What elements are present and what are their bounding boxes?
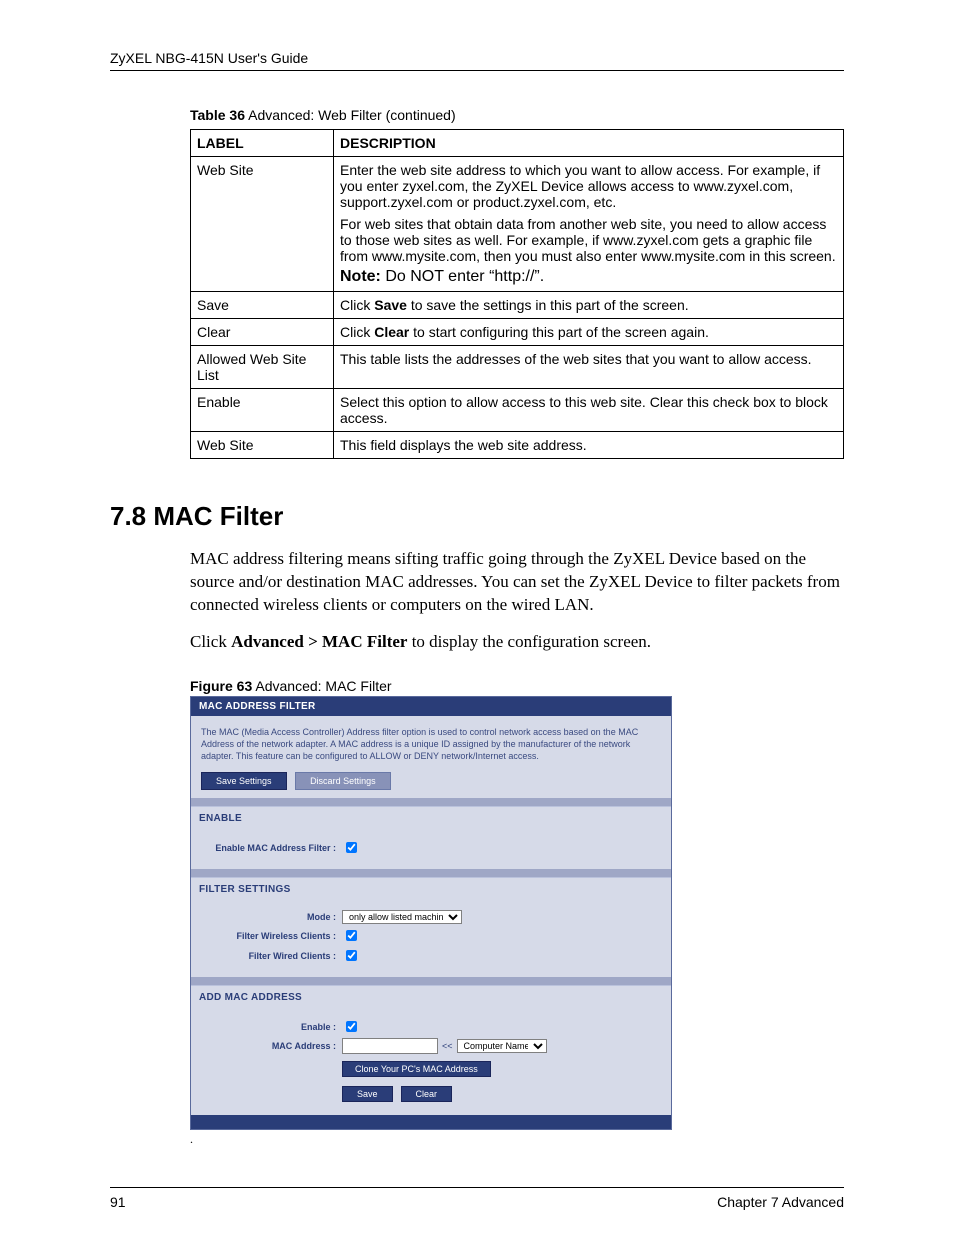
add-mac-head: ADD MAC ADDRESS (191, 985, 671, 1009)
table-caption-number: Table 36 (190, 107, 245, 123)
computer-name-select[interactable]: Computer Name (457, 1039, 547, 1053)
table-row: Allowed Web Site List This table lists t… (191, 346, 844, 389)
note-text: Do NOT enter “http://”. (381, 268, 544, 285)
web-filter-table: LABEL DESCRIPTION Web Site Enter the web… (190, 129, 844, 459)
filter-wireless-checkbox[interactable] (346, 930, 357, 941)
section-heading: 7.8 MAC Filter (110, 501, 844, 532)
save-button[interactable]: Save (342, 1086, 393, 1102)
save-settings-button[interactable]: Save Settings (201, 772, 287, 790)
torn-edge-icon (191, 1115, 671, 1129)
page-footer: 91 Chapter 7 Advanced (110, 1187, 844, 1210)
figure-caption-text: Advanced: MAC Filter (252, 678, 391, 694)
th-label: LABEL (191, 130, 334, 157)
table-row: Web Site This field displays the web sit… (191, 432, 844, 459)
enable-section-head: ENABLE (191, 806, 671, 830)
desc-para: Enter the web site address to which you … (340, 162, 837, 210)
t: Clear (374, 324, 409, 340)
table-caption-text: Advanced: Web Filter (continued) (245, 107, 456, 123)
mode-label: Mode : (201, 912, 342, 922)
table-caption: Table 36 Advanced: Web Filter (continued… (190, 107, 844, 123)
enable-mac-filter-label: Enable MAC Address Filter : (201, 843, 342, 853)
t: to start configuring this part of the sc… (409, 324, 709, 340)
add-enable-checkbox[interactable] (346, 1021, 357, 1032)
cell-description: Enter the web site address to which you … (334, 157, 844, 292)
cell-label: Clear (191, 319, 334, 346)
desc-note: Note: Do NOT enter “http://”. (340, 268, 837, 286)
cell-label: Allowed Web Site List (191, 346, 334, 389)
cell-description: Click Clear to start configuring this pa… (334, 319, 844, 346)
enable-mac-filter-checkbox[interactable] (346, 842, 357, 853)
t: Click (340, 297, 374, 313)
mac-address-input[interactable] (342, 1038, 438, 1054)
body-paragraph: Click Advanced > MAC Filter to display t… (190, 631, 844, 654)
figure-caption-number: Figure 63 (190, 678, 252, 694)
cell-description: Select this option to allow access to th… (334, 389, 844, 432)
t: to display the configuration screen. (407, 632, 651, 651)
clear-button[interactable]: Clear (401, 1086, 453, 1102)
chapter-label: Chapter 7 Advanced (717, 1194, 844, 1210)
filter-settings-head: FILTER SETTINGS (191, 877, 671, 901)
cell-label: Web Site (191, 432, 334, 459)
th-description: DESCRIPTION (334, 130, 844, 157)
help-text: The MAC (Media Access Controller) Addres… (201, 726, 661, 762)
continuation-dot: . (190, 1130, 844, 1147)
figure-caption: Figure 63 Advanced: MAC Filter (190, 678, 844, 694)
mac-address-label: MAC Address : (201, 1041, 342, 1051)
page-header: ZyXEL NBG-415N User's Guide (110, 50, 844, 71)
t: to save the settings in this part of the… (407, 297, 689, 313)
table-row: Clear Click Clear to start configuring t… (191, 319, 844, 346)
cell-description: Click Save to save the settings in this … (334, 292, 844, 319)
add-enable-label: Enable : (201, 1022, 342, 1032)
body-paragraph: MAC address filtering means sifting traf… (190, 548, 844, 617)
note-bold: Note: (340, 268, 381, 285)
clone-mac-button[interactable]: Clone Your PC's MAC Address (342, 1061, 491, 1077)
table-row: Web Site Enter the web site address to w… (191, 157, 844, 292)
page-number: 91 (110, 1194, 126, 1210)
t: Advanced > MAC Filter (231, 632, 407, 651)
cell-label: Web Site (191, 157, 334, 292)
cell-label: Enable (191, 389, 334, 432)
cell-description: This table lists the addresses of the we… (334, 346, 844, 389)
figure-mac-filter: MAC ADDRESS FILTER The MAC (Media Access… (190, 696, 672, 1130)
table-row: Enable Select this option to allow acces… (191, 389, 844, 432)
discard-settings-button[interactable]: Discard Settings (295, 772, 391, 790)
filter-wired-label: Filter Wired Clients : (201, 951, 342, 961)
desc-para: For web sites that obtain data from anot… (340, 216, 837, 264)
table-row: Save Click Save to save the settings in … (191, 292, 844, 319)
panel-intro: The MAC (Media Access Controller) Addres… (191, 716, 671, 798)
mode-select[interactable]: only allow listed machines (342, 910, 462, 924)
panel-title: MAC ADDRESS FILTER (191, 697, 671, 716)
t: Save (374, 297, 407, 313)
t: Click (190, 632, 231, 651)
copy-arrows: << (442, 1041, 453, 1051)
filter-wireless-label: Filter Wireless Clients : (201, 931, 342, 941)
filter-wired-checkbox[interactable] (346, 950, 357, 961)
t: Click (340, 324, 374, 340)
cell-label: Save (191, 292, 334, 319)
cell-description: This field displays the web site address… (334, 432, 844, 459)
